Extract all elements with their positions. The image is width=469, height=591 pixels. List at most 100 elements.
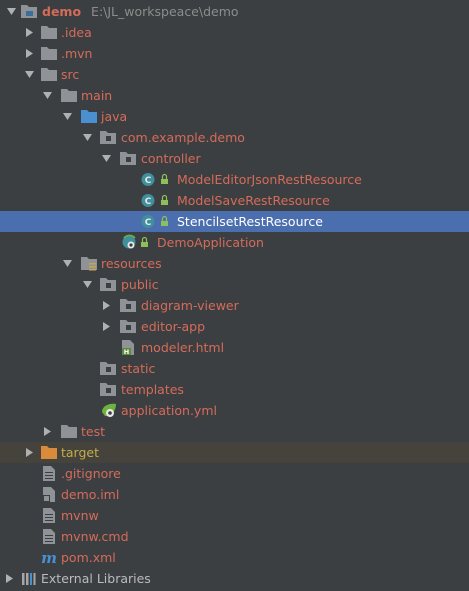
tree-label: DemoApplication bbox=[157, 235, 264, 250]
tree-label: java bbox=[101, 109, 128, 124]
package-icon bbox=[120, 299, 136, 312]
package-icon bbox=[100, 278, 116, 291]
tree-row-resources[interactable]: resources bbox=[0, 253, 469, 274]
chevron-down-icon[interactable] bbox=[101, 153, 112, 164]
tree-label: templates bbox=[121, 382, 184, 397]
tree-label: demo E:\JL_workspeace\demo bbox=[42, 3, 239, 20]
spring-boot-app-icon bbox=[122, 234, 136, 249]
tree-label: static bbox=[121, 361, 156, 376]
tree-label: controller bbox=[141, 151, 201, 166]
tree-label: External Libraries bbox=[41, 571, 151, 586]
chevron-down-icon[interactable] bbox=[82, 279, 93, 290]
chevron-right-icon[interactable] bbox=[42, 426, 53, 437]
folder-icon bbox=[61, 89, 77, 102]
tree-row-main[interactable]: main bbox=[0, 85, 469, 106]
tree-label: main bbox=[81, 88, 113, 103]
tree-row-mvnw[interactable]: mvnw bbox=[0, 505, 469, 526]
tree-label: application.yml bbox=[121, 403, 217, 418]
tree-row-public[interactable]: public bbox=[0, 274, 469, 295]
tree-row-static[interactable]: static bbox=[0, 358, 469, 379]
tree-label: test bbox=[81, 424, 106, 439]
tree-label: .mvn bbox=[61, 46, 93, 61]
tree-row-templates[interactable]: templates bbox=[0, 379, 469, 400]
lock-icon bbox=[161, 173, 168, 184]
tree-label: demo.iml bbox=[61, 487, 120, 502]
tree-row-idea[interactable]: .idea bbox=[0, 22, 469, 43]
tree-label: target bbox=[61, 445, 100, 460]
chevron-right-icon[interactable] bbox=[24, 48, 35, 59]
chevron-right-icon[interactable] bbox=[4, 573, 15, 584]
tree-row-demo-application[interactable]: DemoApplication bbox=[0, 232, 469, 253]
lock-icon bbox=[141, 236, 148, 247]
folder-icon bbox=[41, 68, 57, 81]
tree-row-stencilset-rest-resource[interactable]: C StencilsetRestResource bbox=[0, 211, 469, 232]
chevron-right-icon[interactable] bbox=[101, 321, 112, 332]
tree-row-src[interactable]: src bbox=[0, 64, 469, 85]
tree-row-package[interactable]: com.example.demo bbox=[0, 127, 469, 148]
tree-label: .gitignore bbox=[61, 466, 121, 481]
folder-icon bbox=[41, 26, 57, 39]
package-icon bbox=[120, 152, 136, 165]
tree-row-demo-iml[interactable]: demo.iml bbox=[0, 484, 469, 505]
tree-label: pom.xml bbox=[61, 550, 116, 565]
tree-label: src bbox=[61, 67, 80, 82]
svg-text:C: C bbox=[145, 218, 152, 228]
tree-label: .idea bbox=[61, 25, 92, 40]
chevron-right-icon[interactable] bbox=[101, 300, 112, 311]
module-folder-icon bbox=[21, 5, 37, 18]
tree-row-target[interactable]: target bbox=[0, 442, 469, 463]
tree-label: mvnw.cmd bbox=[61, 529, 129, 544]
chevron-down-icon[interactable] bbox=[62, 111, 73, 122]
lock-icon bbox=[161, 215, 168, 226]
tree-row-modeler-html[interactable]: H modeler.html bbox=[0, 337, 469, 358]
tree-label: diagram-viewer bbox=[141, 298, 239, 313]
tree-label: modeler.html bbox=[141, 340, 225, 355]
lock-icon bbox=[161, 194, 168, 205]
tree-row-gitignore[interactable]: .gitignore bbox=[0, 463, 469, 484]
text-file-icon bbox=[43, 466, 55, 481]
class-icon: C bbox=[141, 173, 155, 186]
tree-label: ModelEditorJsonRestResource bbox=[177, 172, 362, 187]
tree-row-mvn[interactable]: .mvn bbox=[0, 43, 469, 64]
tree-label: public bbox=[121, 277, 159, 292]
tree-row-application-yml[interactable]: application.yml bbox=[0, 400, 469, 421]
html-file-icon: H bbox=[122, 340, 134, 356]
tree-row-test[interactable]: test bbox=[0, 421, 469, 442]
chevron-down-icon[interactable] bbox=[62, 258, 73, 269]
svg-text:m: m bbox=[41, 549, 57, 566]
chevron-down-icon[interactable] bbox=[42, 90, 53, 101]
chevron-right-icon[interactable] bbox=[24, 27, 35, 38]
tree-row-pom-xml[interactable]: m pom.xml bbox=[0, 547, 469, 568]
tree-label: mvnw bbox=[61, 508, 99, 523]
tree-row-demo[interactable]: demo E:\JL_workspeace\demo bbox=[0, 1, 469, 22]
tree-label: resources bbox=[101, 256, 162, 271]
tree-row-mvnw-cmd[interactable]: mvnw.cmd bbox=[0, 526, 469, 547]
tree-row-java[interactable]: java bbox=[0, 106, 469, 127]
svg-text:C: C bbox=[145, 176, 152, 186]
class-icon: C bbox=[141, 215, 155, 228]
tree-row-model-editor-json-rest-resource[interactable]: C ModelEditorJsonRestResource bbox=[0, 169, 469, 190]
tree-row-controller[interactable]: controller bbox=[0, 148, 469, 169]
package-icon bbox=[100, 131, 116, 144]
package-icon bbox=[100, 362, 116, 375]
tree-row-model-save-rest-resource[interactable]: C ModelSaveRestResource bbox=[0, 190, 469, 211]
source-folder-icon bbox=[81, 110, 97, 123]
resources-folder-icon bbox=[81, 257, 97, 271]
chevron-down-icon[interactable] bbox=[82, 132, 93, 143]
chevron-right-icon[interactable] bbox=[24, 447, 35, 458]
tree-row-diagram-viewer[interactable]: diagram-viewer bbox=[0, 295, 469, 316]
root-path: E:\JL_workspeace\demo bbox=[91, 4, 239, 19]
tree-row-external-libraries[interactable]: External Libraries bbox=[0, 568, 469, 589]
text-file-icon bbox=[43, 508, 55, 523]
chevron-down-icon[interactable] bbox=[6, 6, 17, 17]
tree-label: editor-app bbox=[141, 319, 206, 334]
tree-label: ModelSaveRestResource bbox=[177, 193, 330, 208]
chevron-down-icon[interactable] bbox=[24, 69, 35, 80]
project-tree: demo E:\JL_workspeace\demo .idea .mvn src… bbox=[0, 0, 469, 591]
spring-config-icon bbox=[102, 403, 116, 417]
tree-row-editor-app[interactable]: editor-app bbox=[0, 316, 469, 337]
folder-icon bbox=[61, 425, 77, 438]
text-file-icon bbox=[43, 529, 55, 544]
svg-text:H: H bbox=[124, 348, 129, 356]
folder-icon bbox=[41, 47, 57, 60]
